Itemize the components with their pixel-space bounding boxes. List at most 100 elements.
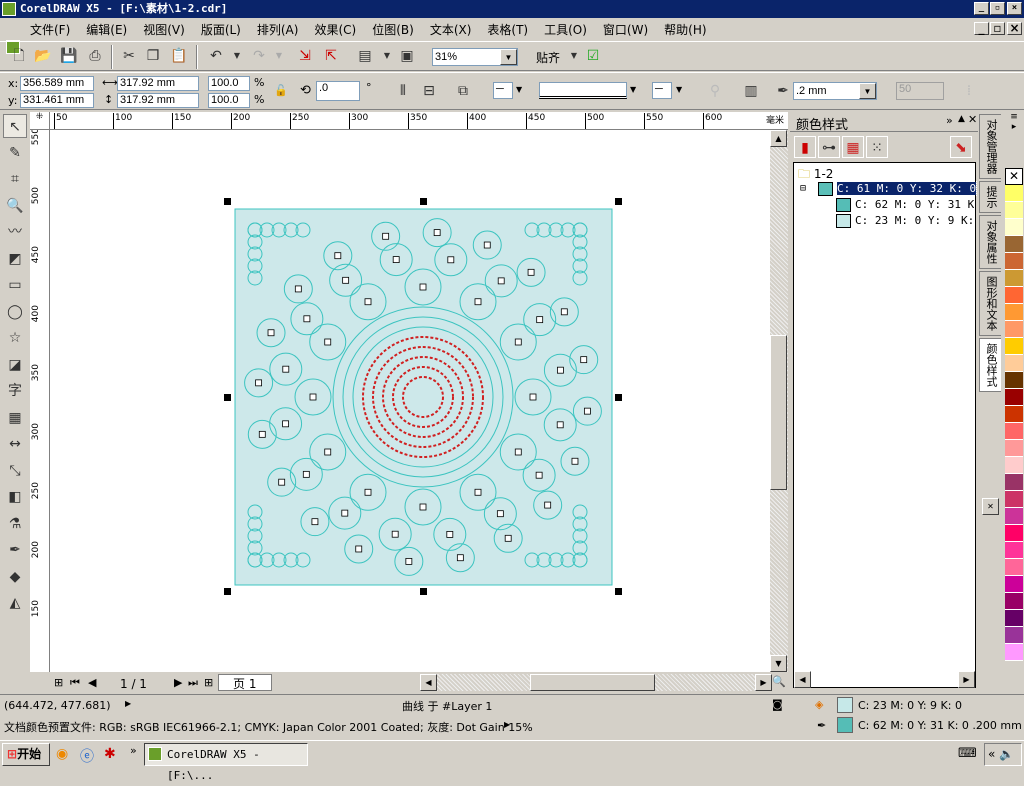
page-tab[interactable]: 页 1	[218, 674, 272, 691]
quick-launch-more-icon[interactable]: »	[130, 744, 137, 757]
pick-tool-icon[interactable]: ↖	[3, 114, 27, 138]
navigator-zoom-icon[interactable]: 🔍	[772, 675, 786, 688]
end-arrow-selector[interactable]: ─	[652, 82, 672, 99]
undo-dropdown-icon[interactable]: ▼	[226, 45, 248, 67]
drawing-canvas[interactable]	[50, 130, 770, 672]
paste-icon[interactable]: 📋	[168, 45, 190, 67]
tree-scroll-left-icon[interactable]: ◀	[794, 671, 811, 688]
end-arrow-dropdown-icon[interactable]: ▼	[676, 85, 682, 94]
docker-tab[interactable]: 颜色样式	[979, 338, 1001, 392]
palette-swatch[interactable]	[1005, 508, 1023, 525]
outline-swatch[interactable]	[837, 717, 853, 733]
new-icon[interactable]: 🗋	[8, 45, 30, 67]
close-button[interactable]: ×	[1007, 2, 1022, 15]
app-launcher-icon[interactable]: ▤	[354, 45, 376, 67]
doc-minimize-button[interactable]: _	[974, 22, 989, 35]
color-style-item[interactable]: ⊟ C: 61 M: 0 Y: 32 K: 0	[800, 181, 978, 196]
rotation-field[interactable]: .0	[316, 81, 360, 101]
palette-swatch[interactable]	[1005, 253, 1023, 270]
outline-width-field[interactable]: .2 mm ▼	[793, 82, 877, 100]
shape-tool-icon[interactable]: ✎	[3, 141, 27, 165]
menu-layout[interactable]: 版面(L)	[201, 21, 241, 38]
docker-collapse-icon[interactable]: ▲	[958, 114, 965, 124]
vertical-scrollbar[interactable]: ▲ ▼	[770, 130, 788, 672]
color-style-item[interactable]: C: 62 M: 0 Y: 31 K: 0	[836, 197, 974, 212]
doc-close-button[interactable]: ×	[1007, 22, 1022, 35]
palette-swatch[interactable]	[1005, 202, 1023, 219]
snap-to-button[interactable]: 贴齐	[536, 49, 560, 66]
freehand-tool-icon[interactable]: 〰	[3, 220, 27, 244]
mirror-horizontal-icon[interactable]: ⫴	[392, 80, 414, 102]
color-proof-icon[interactable]: ◙	[772, 698, 783, 711]
horizontal-ruler[interactable]: 毫米 50 100 150 200 250 300 350 400 450 500 550 600	[30, 112, 788, 130]
eyedropper-tool-icon[interactable]: ⚗	[3, 512, 27, 536]
menu-file[interactable]: 文件(F)	[30, 21, 70, 38]
minimize-button[interactable]: _	[974, 2, 989, 15]
menu-text[interactable]: 文本(X)	[430, 21, 472, 38]
open-icon[interactable]: 📂	[32, 45, 54, 67]
palette-swatch[interactable]	[1005, 610, 1023, 627]
start-arrow-selector[interactable]: ─	[493, 82, 513, 99]
menu-help[interactable]: 帮助(H)	[664, 21, 706, 38]
palette-swatch[interactable]	[1005, 576, 1023, 593]
quick-launch-icon[interactable]: ✱	[104, 746, 116, 762]
palette-swatch[interactable]	[1005, 185, 1023, 202]
ruler-origin[interactable]: ⁜	[30, 112, 50, 130]
taskbar-coreldraw-button[interactable]: CorelDRAW X5 - [F:\...	[144, 743, 308, 782]
palette-swatch[interactable]	[1005, 542, 1023, 559]
palette-swatch[interactable]	[1005, 270, 1023, 287]
palette-swatch[interactable]	[1005, 440, 1023, 457]
scroll-right-icon[interactable]: ▶	[755, 674, 772, 691]
palette-swatch[interactable]	[1005, 525, 1023, 542]
lock-ratio-icon[interactable]: 🔓	[274, 84, 288, 97]
line-style-dropdown-icon[interactable]: ▼	[630, 85, 636, 94]
menu-bitmaps[interactable]: 位图(B)	[372, 21, 414, 38]
mirror-vertical-icon[interactable]: ⊟	[418, 80, 440, 102]
palette-swatch[interactable]	[1005, 304, 1023, 321]
collapse-icon[interactable]: ⊟	[800, 183, 806, 194]
tree-scroll-right-icon[interactable]: ▶	[958, 671, 975, 688]
scroll-thumb[interactable]	[770, 335, 787, 490]
crop-tool-icon[interactable]: ⌗	[3, 167, 27, 191]
palette-swatch[interactable]	[1005, 644, 1023, 661]
redo-icon[interactable]: ↷	[248, 45, 270, 67]
text-tool-icon[interactable]: 字	[3, 379, 27, 403]
color-profile-info[interactable]: 文档颜色预置文件: RGB: sRGB IEC61966-2.1; CMYK: …	[4, 719, 533, 735]
fill-swatch[interactable]	[837, 697, 853, 713]
palette-swatch[interactable]	[1005, 559, 1023, 576]
menu-window[interactable]: 窗口(W)	[603, 21, 648, 38]
docker-tabs-close-icon[interactable]: ✕	[982, 498, 999, 515]
docker-close-icon[interactable]: ✕	[968, 113, 977, 126]
add-page-before-icon[interactable]: ⊞	[54, 676, 63, 689]
palette-swatch[interactable]	[1005, 236, 1023, 253]
wrap-text-icon[interactable]: ⧉	[452, 80, 474, 102]
add-page-after-icon[interactable]: ⊞	[204, 676, 213, 689]
volume-icon[interactable]: 🔈	[999, 747, 1014, 761]
outline-width-dropdown-icon[interactable]: ▼	[859, 83, 876, 99]
scroll-up-icon[interactable]: ▲	[770, 130, 787, 147]
start-button[interactable]: ⊞开始	[2, 743, 50, 766]
zoom-tool-icon[interactable]: 🔍	[3, 194, 27, 218]
palette-swatch[interactable]	[1005, 372, 1023, 389]
scroll-down-icon[interactable]: ▼	[770, 655, 787, 672]
palette-swatch[interactable]	[1005, 219, 1023, 236]
menu-view[interactable]: 视图(V)	[143, 21, 185, 38]
palette-swatch[interactable]	[1005, 338, 1023, 355]
basic-shapes-tool-icon[interactable]: ◪	[3, 353, 27, 377]
connector-tool-icon[interactable]: ⤡	[3, 459, 27, 483]
line-style-selector[interactable]	[539, 82, 627, 99]
y-position-field[interactable]: 331.461 mm	[20, 93, 94, 108]
outline-tool-icon[interactable]: ✒	[3, 538, 27, 562]
artwork-svg[interactable]	[50, 130, 770, 672]
scale-y-field[interactable]: 100.0	[208, 93, 250, 108]
zoom-dropdown-icon[interactable]: ▼	[500, 49, 517, 65]
scroll-left-icon[interactable]: ◀	[420, 674, 437, 691]
outline-pen-icon[interactable]: ▥	[740, 80, 762, 102]
convert-to-curves-icon[interactable]: ⚲	[704, 80, 726, 102]
new-child-color-icon[interactable]: ⊶	[818, 136, 840, 158]
ie-icon[interactable]: ⓔ	[80, 746, 94, 766]
launcher-dropdown-icon[interactable]: ▼	[376, 45, 398, 67]
cut-icon[interactable]: ✂	[118, 45, 140, 67]
docker-tab[interactable]: 提示	[979, 181, 1001, 213]
last-page-icon[interactable]: ⏭	[188, 676, 198, 690]
